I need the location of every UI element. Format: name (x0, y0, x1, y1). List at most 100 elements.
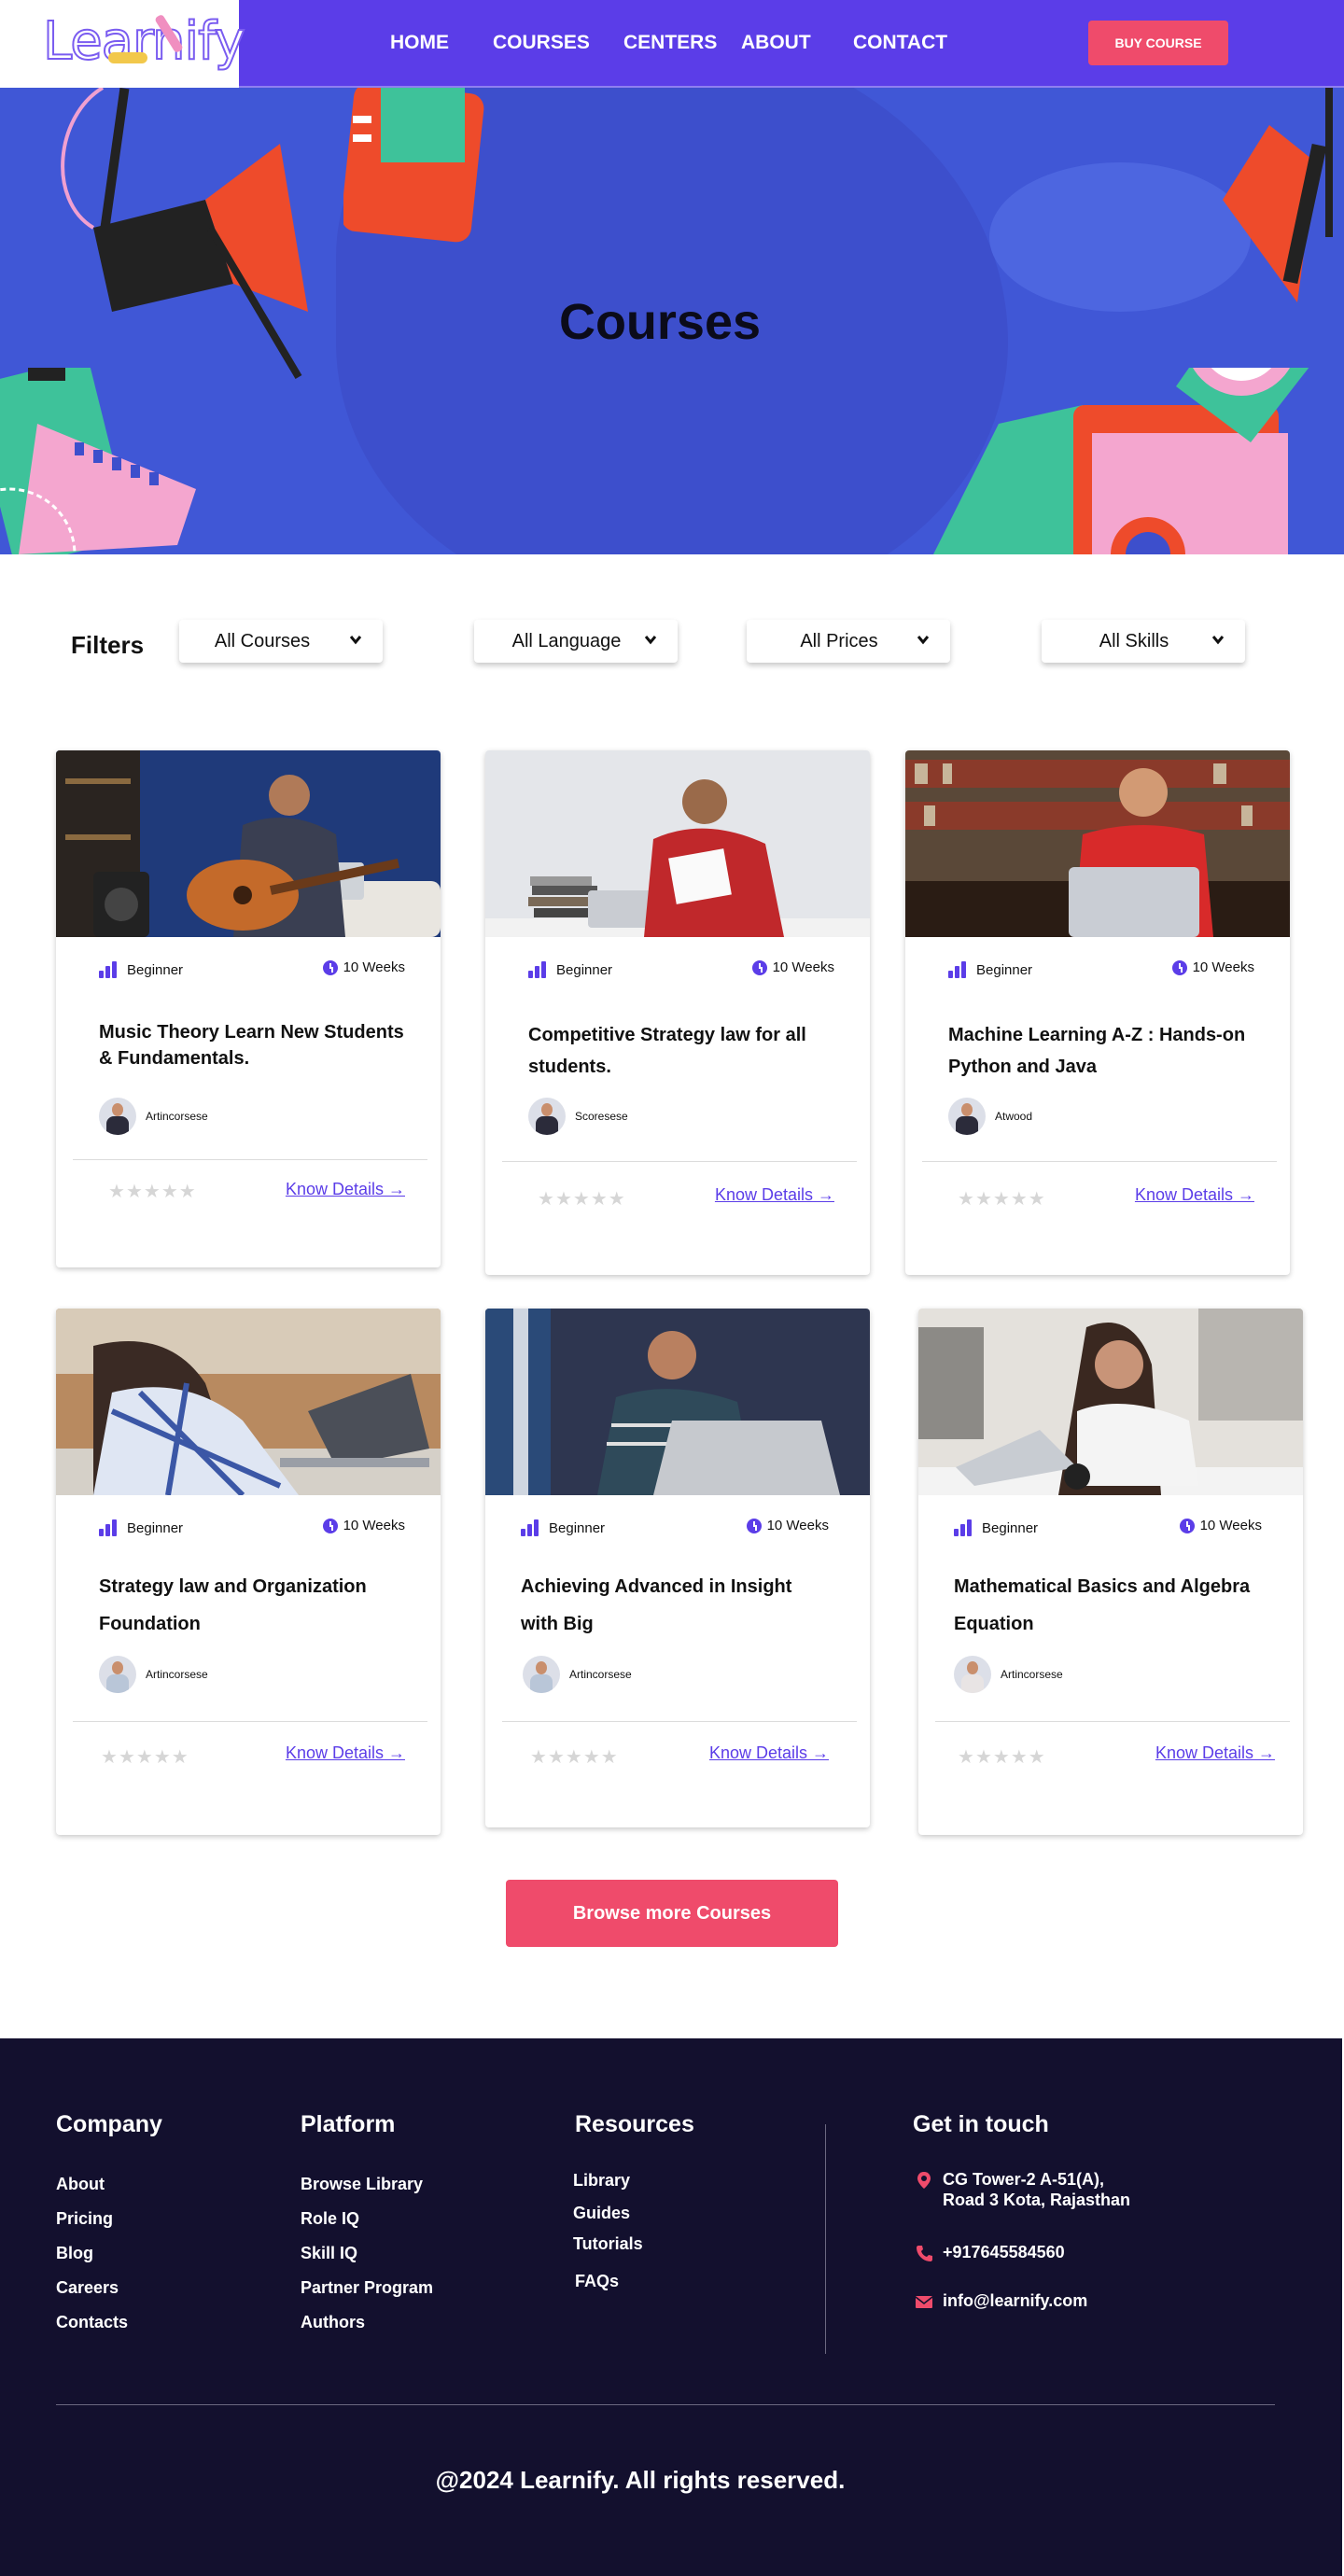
rating-stars[interactable]: ★★★★★ (958, 1187, 1046, 1211)
footer-phone[interactable]: +917645584560 (915, 2242, 1065, 2262)
footer-link-faqs[interactable]: FAQs (575, 2272, 619, 2291)
rating-stars[interactable]: ★★★★★ (958, 1745, 1046, 1769)
footer-link-library[interactable]: Library (573, 2171, 630, 2191)
star-icon: ★ (547, 1747, 566, 1768)
nav-about[interactable]: ABOUT (741, 32, 811, 54)
star-icon: ★ (992, 1747, 1011, 1768)
course-title[interactable]: Music Theory Learn New Students & Fundam… (99, 1019, 407, 1071)
footer-link-pricing[interactable]: Pricing (56, 2209, 113, 2229)
footer-link-blog[interactable]: Blog (56, 2244, 93, 2263)
avatar (523, 1656, 560, 1693)
course-author: Artincorsese (954, 1656, 1063, 1693)
level-bars-icon (99, 961, 119, 978)
course-title[interactable]: Achieving Advanced in Insight with Big (521, 1568, 829, 1643)
footer-company-heading: Company (56, 2111, 162, 2137)
know-details-link[interactable]: Know Details → (709, 1743, 829, 1763)
footer-link-partner-program[interactable]: Partner Program (301, 2278, 433, 2298)
course-card[interactable]: Beginner 10 Weeks Strategy law and Organ… (56, 1309, 441, 1835)
rating-stars[interactable]: ★★★★★ (101, 1745, 189, 1769)
course-card[interactable]: Beginner 10 Weeks Mathematical Basics an… (918, 1309, 1303, 1835)
arrow-right-icon: → (812, 1185, 834, 1204)
footer-link-tutorials[interactable]: Tutorials (573, 2234, 643, 2254)
level-bars-icon (99, 1519, 119, 1536)
author-name: Artincorsese (1001, 1668, 1063, 1681)
card-divider (73, 1159, 427, 1160)
rating-stars[interactable]: ★★★★★ (538, 1187, 626, 1211)
know-details-link[interactable]: Know Details → (1155, 1743, 1275, 1763)
footer-link-guides[interactable]: Guides (573, 2204, 630, 2223)
course-card[interactable]: Beginner 10 Weeks Competitive Strategy l… (485, 750, 870, 1275)
arrow-right-icon: → (1232, 1185, 1254, 1204)
rating-stars[interactable]: ★★★★★ (530, 1745, 619, 1769)
star-icon: ★ (554, 1189, 573, 1210)
rating-stars[interactable]: ★★★★★ (108, 1180, 197, 1203)
course-card[interactable]: Beginner 10 Weeks Achieving Advanced in … (485, 1309, 870, 1827)
arrow-right-icon: → (1253, 1743, 1275, 1762)
course-level-label: Beginner (976, 961, 1033, 978)
star-icon: ★ (974, 1747, 993, 1768)
filters-label: Filters (71, 631, 145, 659)
star-icon: ★ (108, 1182, 126, 1202)
course-duration-label: 10 Weeks (1192, 959, 1254, 975)
star-icon: ★ (974, 1189, 993, 1210)
nav-home[interactable]: HOME (390, 32, 449, 54)
footer-link-careers[interactable]: Careers (56, 2278, 119, 2298)
filter-courses-select[interactable]: All Courses (179, 620, 383, 663)
star-icon: ★ (135, 1747, 154, 1768)
footer-link-browse-library[interactable]: Browse Library (301, 2175, 423, 2194)
filter-prices-select[interactable]: All Prices (747, 620, 950, 663)
footer-link-authors[interactable]: Authors (301, 2313, 365, 2332)
course-card[interactable]: Beginner 10 Weeks Music Theory Learn New… (56, 750, 441, 1267)
know-details-link[interactable]: Know Details → (715, 1185, 834, 1205)
footer-platform-heading: Platform (301, 2111, 396, 2137)
course-image (56, 1309, 441, 1495)
course-author: Artincorsese (99, 1098, 208, 1135)
star-icon: ★ (1028, 1189, 1046, 1210)
star-icon: ★ (538, 1189, 555, 1210)
author-name: Artincorsese (146, 1110, 208, 1123)
footer-link-role-iq[interactable]: Role IQ (301, 2209, 359, 2229)
footer: Company About Pricing Blog Careers Conta… (0, 2038, 1342, 2576)
chevron-down-icon (917, 636, 930, 645)
nav-centers[interactable]: CENTERS (623, 32, 717, 54)
footer-link-contacts[interactable]: Contacts (56, 2313, 128, 2332)
clock-icon (1171, 959, 1187, 975)
course-title[interactable]: Machine Learning A-Z : Hands-on Python a… (948, 1019, 1256, 1083)
star-icon: ★ (1028, 1747, 1046, 1768)
buy-course-button[interactable]: BUY COURSE (1088, 21, 1228, 65)
browse-more-courses-button[interactable]: Browse more Courses (506, 1880, 838, 1947)
nav-courses[interactable]: COURSES (493, 32, 590, 54)
footer-link-skill-iq[interactable]: Skill IQ (301, 2244, 357, 2263)
avatar (99, 1098, 136, 1135)
clock-icon (322, 959, 338, 975)
filter-skills-select[interactable]: All Skills (1042, 620, 1245, 663)
hero-banner: Courses (0, 88, 1344, 554)
star-icon: ★ (143, 1182, 161, 1202)
know-details-link[interactable]: Know Details → (286, 1180, 405, 1199)
mail-icon (915, 2296, 933, 2308)
logo-area[interactable]: Learnify (0, 0, 246, 88)
footer-resources-heading: Resources (575, 2111, 694, 2137)
level-bars-icon (954, 1519, 974, 1536)
footer-horizontal-divider (56, 2404, 1275, 2405)
footer-email[interactable]: info@learnify.com (915, 2290, 1087, 2311)
course-duration-label: 10 Weeks (343, 1518, 405, 1533)
address-line-1: CG Tower-2 A-51(A), (943, 2170, 1105, 2189)
star-icon: ★ (178, 1182, 197, 1202)
course-card[interactable]: Beginner 10 Weeks Machine Learning A-Z :… (905, 750, 1290, 1275)
footer-link-about[interactable]: About (56, 2175, 105, 2194)
course-title[interactable]: Strategy law and Organization Foundation (99, 1568, 407, 1643)
nav-contact[interactable]: CONTACT (853, 32, 947, 54)
address-line-2: Road 3 Kota, Rajasthan (943, 2191, 1131, 2209)
course-level: Beginner (521, 1519, 605, 1536)
course-title[interactable]: Mathematical Basics and Algebra Equation (954, 1568, 1262, 1643)
course-author: Atwood (948, 1098, 1032, 1135)
filter-language-select[interactable]: All Language (474, 620, 678, 663)
course-title[interactable]: Competitive Strategy law for all student… (528, 1019, 836, 1083)
know-details-link[interactable]: Know Details → (1135, 1185, 1254, 1205)
know-details-link[interactable]: Know Details → (286, 1743, 405, 1763)
footer-contact-heading: Get in touch (913, 2111, 1049, 2137)
course-level: Beginner (954, 1519, 1038, 1536)
course-image (485, 1309, 870, 1495)
filter-value: All Language (511, 630, 622, 651)
